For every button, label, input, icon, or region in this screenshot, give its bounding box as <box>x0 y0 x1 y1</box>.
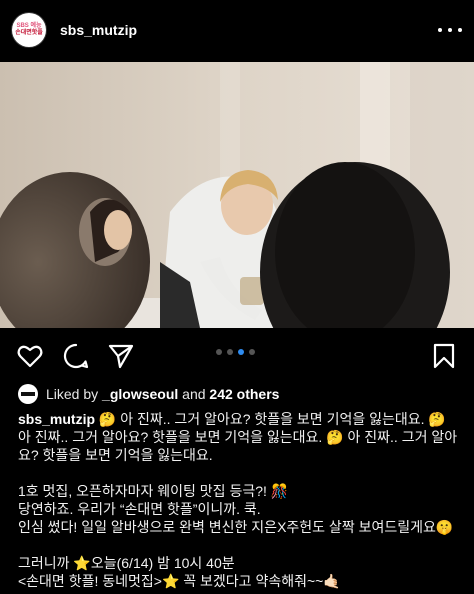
post-photo[interactable] <box>0 62 474 328</box>
carousel-dot <box>227 349 233 355</box>
account-username[interactable]: sbs_mutzip <box>60 22 137 38</box>
likes-others[interactable]: 242 others <box>209 386 279 402</box>
post-header: SBS 예능 손대면핫플 sbs_mutzip <box>0 0 474 60</box>
more-icon[interactable] <box>438 21 462 39</box>
caption-username[interactable]: sbs_mutzip <box>18 411 95 427</box>
likes-middle: and <box>178 386 210 402</box>
bookmark-icon[interactable] <box>430 342 458 370</box>
send-icon[interactable] <box>107 342 135 370</box>
likes-summary[interactable]: Liked by _glowseoul and 242 others <box>18 383 279 405</box>
action-bar <box>0 336 474 376</box>
likes-prefix: Liked by <box>46 386 103 402</box>
liker-avatar[interactable] <box>18 384 38 404</box>
carousel-dot <box>238 349 244 355</box>
caption-text: 🤔 아 진짜.. 그거 알아요? 핫플을 보면 기억을 잃는대요. 🤔 아 진짜… <box>18 411 458 589</box>
post-caption: sbs_mutzip 🤔 아 진짜.. 그거 알아요? 핫플을 보면 기억을 잃… <box>18 410 458 590</box>
liker-username[interactable]: _glowseoul <box>102 386 178 402</box>
avatar-text-top: SBS 예능 <box>16 23 42 29</box>
account-avatar[interactable]: SBS 예능 손대면핫플 <box>12 13 46 47</box>
heart-icon[interactable] <box>16 342 44 370</box>
comment-icon[interactable] <box>62 342 90 370</box>
carousel-dot <box>216 349 222 355</box>
avatar-logo: SBS 예능 손대면핫플 <box>14 15 44 45</box>
carousel-indicator <box>216 349 255 355</box>
avatar-text-bottom: 손대면핫플 <box>15 30 43 36</box>
carousel-dot <box>249 349 255 355</box>
